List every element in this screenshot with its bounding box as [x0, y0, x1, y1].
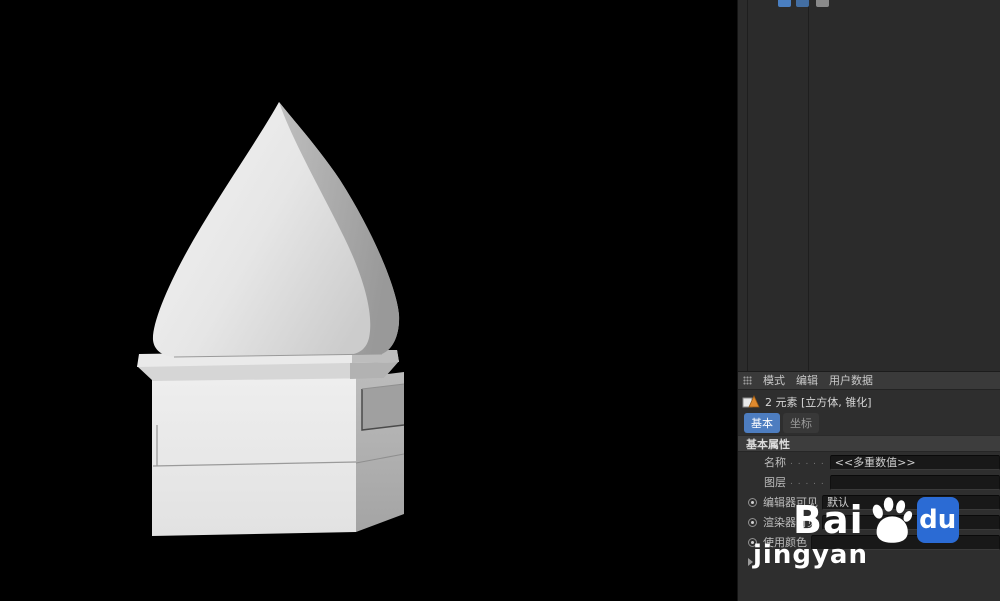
layer-input[interactable] [830, 475, 1000, 490]
multi-object-icon [742, 394, 760, 409]
leader-dots: . . . . . [790, 477, 825, 487]
cube-front-face [152, 378, 356, 536]
application-window: 模式 编辑 用户数据 2 元素 [立方体, 锥化] 基本 坐标 基本属性 名称 … [0, 0, 1000, 601]
drag-handle-grid-icon[interactable] [743, 376, 752, 385]
attribute-tabs: 基本 坐标 [738, 413, 1000, 435]
editor-visibility-radio-icon[interactable] [748, 498, 757, 507]
toolbar-icon-cropped[interactable] [778, 0, 791, 7]
field-row-layer: 图层 . . . . . [738, 472, 1000, 492]
attributes-panel: 模式 编辑 用户数据 2 元素 [立方体, 锥化] 基本 坐标 基本属性 名称 … [737, 0, 1000, 601]
tab-basic[interactable]: 基本 [744, 413, 780, 433]
3d-model-onion-dome [0, 0, 737, 601]
panel-divider-line [747, 0, 748, 371]
editor-visibility-dropdown[interactable]: 默认 [822, 495, 1000, 510]
render-visibility-label: 渲染器可见 [763, 514, 818, 530]
render-visibility-dropdown[interactable] [822, 515, 1000, 530]
name-field-label: 名称 [764, 454, 786, 470]
object-info-text: 2 元素 [立方体, 锥化] [765, 394, 872, 410]
attribute-menu-bar: 模式 编辑 用户数据 [738, 372, 1000, 390]
leader-dots: . . . . . [790, 457, 825, 467]
render-visibility-radio-icon[interactable] [748, 518, 757, 527]
layer-field-label: 图层 [764, 474, 786, 490]
toolbar-icon-cropped[interactable] [816, 0, 829, 7]
editor-visibility-label: 编辑器可见 [763, 494, 818, 510]
tab-coordinates[interactable]: 坐标 [783, 413, 819, 433]
name-input[interactable] [830, 455, 1000, 470]
field-row-editor-visibility: 编辑器可见 默认 [738, 492, 1000, 512]
menu-item-userdata[interactable]: 用户数据 [829, 372, 873, 390]
selected-object-row: 2 元素 [立方体, 锥化] [738, 390, 1000, 413]
field-row-render-visibility: 渲染器可见 [738, 512, 1000, 532]
chevron-right-icon[interactable] [748, 558, 753, 566]
menu-item-mode[interactable]: 模式 [763, 372, 785, 390]
toolbar-icon-cropped[interactable] [796, 0, 809, 7]
section-basic-properties: 基本属性 [738, 435, 1000, 452]
field-row-use-color: 使用颜色 [738, 532, 1000, 552]
use-color-label: 使用颜色 [763, 534, 807, 550]
use-color-radio-icon[interactable] [748, 538, 757, 547]
panel-empty-area [738, 0, 1000, 372]
panel-divider-line [808, 0, 809, 371]
menu-item-edit[interactable]: 编辑 [796, 372, 818, 390]
field-row-name: 名称 . . . . . [738, 452, 1000, 472]
3d-viewport[interactable] [0, 0, 737, 601]
use-color-dropdown[interactable] [811, 535, 1000, 550]
field-row-disclosure [738, 552, 1000, 572]
